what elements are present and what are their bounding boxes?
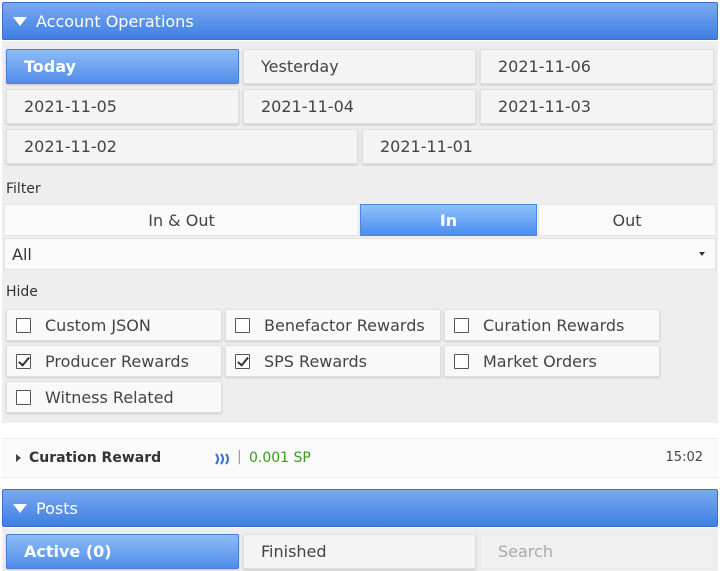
checkbox-unchecked-icon xyxy=(454,353,469,369)
checkbox-label: Producer Rewards xyxy=(45,351,189,371)
filter-in-out-button[interactable]: In & Out xyxy=(4,204,359,236)
filter-label: Filter xyxy=(6,181,41,197)
dropdown-caret-icon xyxy=(699,252,705,256)
operation-type-value: All xyxy=(12,244,32,264)
date-2021-11-01-button[interactable]: 2021-11-01 xyxy=(362,129,714,164)
date-2021-11-03-button[interactable]: 2021-11-03 xyxy=(480,89,714,124)
checkbox-unchecked-icon xyxy=(16,317,31,333)
account-operations-header[interactable]: Account Operations xyxy=(2,2,718,40)
date-today-button[interactable]: Today xyxy=(6,49,239,84)
posts-title: Posts xyxy=(36,498,78,518)
operation-type: Curation Reward xyxy=(29,450,162,466)
hide-label: Hide xyxy=(6,284,38,300)
date-2021-11-05-button[interactable]: 2021-11-05 xyxy=(6,89,239,124)
date-2021-11-06-button[interactable]: 2021-11-06 xyxy=(480,49,714,84)
hide-curation-rewards-checkbox[interactable]: Curation Rewards xyxy=(444,309,660,341)
operation-amount: 0.001 SP xyxy=(249,450,311,466)
hide-producer-rewards-checkbox[interactable]: Producer Rewards xyxy=(6,345,222,377)
hide-witness-related-checkbox[interactable]: Witness Related xyxy=(6,381,222,413)
posts-search-input[interactable]: Search xyxy=(480,534,714,569)
checkbox-unchecked-icon xyxy=(16,389,31,405)
checkbox-label: Curation Rewards xyxy=(483,315,625,335)
steem-icon xyxy=(214,451,230,471)
hide-market-orders-checkbox[interactable]: Market Orders xyxy=(444,345,660,377)
date-2021-11-04-button[interactable]: 2021-11-04 xyxy=(243,89,476,124)
hide-sps-rewards-checkbox[interactable]: SPS Rewards xyxy=(225,345,441,377)
checkbox-unchecked-icon xyxy=(454,317,469,333)
hide-custom-json-checkbox[interactable]: Custom JSON xyxy=(6,309,222,341)
posts-active-tab[interactable]: Active (0) xyxy=(6,534,239,569)
operation-type-select[interactable]: All xyxy=(4,238,716,270)
checkbox-label: Benefactor Rewards xyxy=(264,315,425,335)
checkbox-checked-icon xyxy=(16,353,31,369)
checkbox-checked-icon xyxy=(235,353,250,369)
checkbox-label: SPS Rewards xyxy=(264,351,367,371)
date-2021-11-02-button[interactable]: 2021-11-02 xyxy=(6,129,358,164)
date-yesterday-button[interactable]: Yesterday xyxy=(243,49,476,84)
checkbox-label: Market Orders xyxy=(483,351,597,371)
hide-benefactor-rewards-checkbox[interactable]: Benefactor Rewards xyxy=(225,309,441,341)
filter-out-button[interactable]: Out xyxy=(538,204,716,236)
filter-in-button[interactable]: In xyxy=(360,204,537,236)
collapse-triangle-icon xyxy=(13,503,27,513)
operation-separator: | xyxy=(237,449,242,465)
expand-triangle-icon[interactable] xyxy=(16,454,21,462)
collapse-triangle-icon xyxy=(13,16,27,26)
checkbox-label: Witness Related xyxy=(45,387,174,407)
posts-finished-tab[interactable]: Finished xyxy=(243,534,476,569)
checkbox-unchecked-icon xyxy=(235,317,250,333)
checkbox-label: Custom JSON xyxy=(45,315,151,335)
account-operations-title: Account Operations xyxy=(36,11,194,31)
operation-row[interactable]: Curation Reward | 0.001 SP 15:02 xyxy=(2,438,718,478)
posts-header[interactable]: Posts xyxy=(2,489,718,527)
operation-time: 15:02 xyxy=(665,450,703,465)
